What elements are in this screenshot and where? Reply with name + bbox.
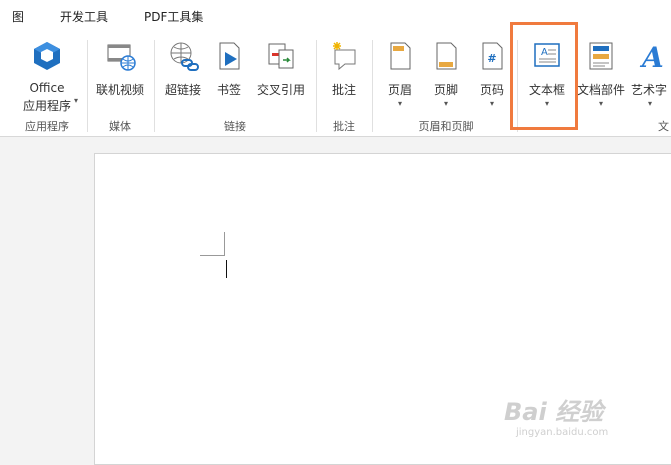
wordart-dropdown-caret[interactable]: ▾ [648, 99, 671, 108]
bookmark-label: 书签 [216, 83, 241, 97]
quick-parts-icon [589, 42, 613, 70]
hyperlink-icon [170, 42, 199, 71]
page-number-button[interactable]: # 页码 ▾ [470, 40, 514, 120]
header-icon [390, 42, 411, 70]
page-number-icon: # [482, 42, 503, 70]
tab-developer[interactable]: 开发工具 [60, 8, 108, 25]
cross-reference-button[interactable]: 交叉引用 [252, 40, 310, 120]
tab-picture[interactable]: 图 [12, 8, 24, 25]
quick-parts-button[interactable]: 文档部件 ▾ [574, 40, 628, 120]
separator [316, 40, 317, 132]
cross-reference-label: 交叉引用 [256, 83, 305, 97]
wordart-icon: A [639, 41, 664, 72]
online-video-label: 联机视频 [95, 83, 144, 97]
footer-button[interactable]: 页脚 ▾ [424, 40, 468, 120]
svg-text:#: # [487, 52, 496, 65]
quick-parts-dropdown-caret[interactable]: ▾ [574, 99, 628, 108]
group-label-text: 文 [658, 120, 669, 133]
footer-dropdown-caret[interactable]: ▾ [424, 99, 468, 108]
header-button[interactable]: 页眉 ▾ [378, 40, 422, 120]
crop-mark-horizontal [200, 255, 224, 256]
group-label-comments: 批注 [333, 120, 355, 133]
watermark-brand: Bai 经验 [504, 398, 604, 426]
baidu-watermark: Bai 经验 jingyan.baidu.com [504, 392, 608, 438]
wordart-label: 艺术字 [631, 83, 668, 97]
bookmark-icon [219, 42, 240, 70]
footer-icon [436, 42, 457, 70]
office-label: Office [29, 81, 65, 95]
cross-reference-icon [268, 43, 294, 69]
separator [154, 40, 155, 132]
office-dropdown-caret[interactable]: ▾ [74, 96, 78, 105]
office-label-2: 应用程序 [22, 99, 71, 113]
group-label-media: 媒体 [109, 120, 131, 133]
separator [372, 40, 373, 132]
office-apps-icon [34, 42, 60, 70]
text-cursor [226, 260, 227, 278]
svg-text:A: A [639, 41, 664, 72]
watermark-url: jingyan.baidu.com [516, 427, 609, 438]
group-label-header-footer: 页眉和页脚 [418, 120, 474, 133]
bookmark-button[interactable]: 书签 [210, 40, 248, 120]
header-dropdown-caret[interactable]: ▾ [378, 99, 422, 108]
hyperlink-button[interactable]: 超链接 [160, 40, 206, 120]
comment-label: 批注 [331, 83, 356, 97]
quick-parts-label: 文档部件 [576, 83, 625, 97]
wordart-button[interactable]: A 艺术字 ▾ [628, 40, 671, 120]
comment-button[interactable]: 批注 [322, 40, 366, 120]
online-video-icon [107, 44, 136, 71]
crop-mark-vertical [224, 232, 225, 256]
footer-label: 页脚 [433, 83, 458, 97]
text-box-highlight [510, 22, 578, 130]
page-number-dropdown-caret[interactable]: ▾ [470, 99, 514, 108]
comment-icon [333, 42, 356, 71]
group-label-links: 链接 [224, 120, 246, 133]
online-video-button[interactable]: 联机视频 [92, 40, 148, 120]
tab-pdf-tools[interactable]: PDF工具集 [144, 8, 203, 25]
office-apps-button[interactable]: Office 应用程序 [12, 40, 82, 120]
header-label: 页眉 [387, 83, 412, 97]
page-number-label: 页码 [479, 83, 504, 97]
group-label-apps: 应用程序 [25, 120, 69, 133]
hyperlink-label: 超链接 [164, 83, 201, 97]
